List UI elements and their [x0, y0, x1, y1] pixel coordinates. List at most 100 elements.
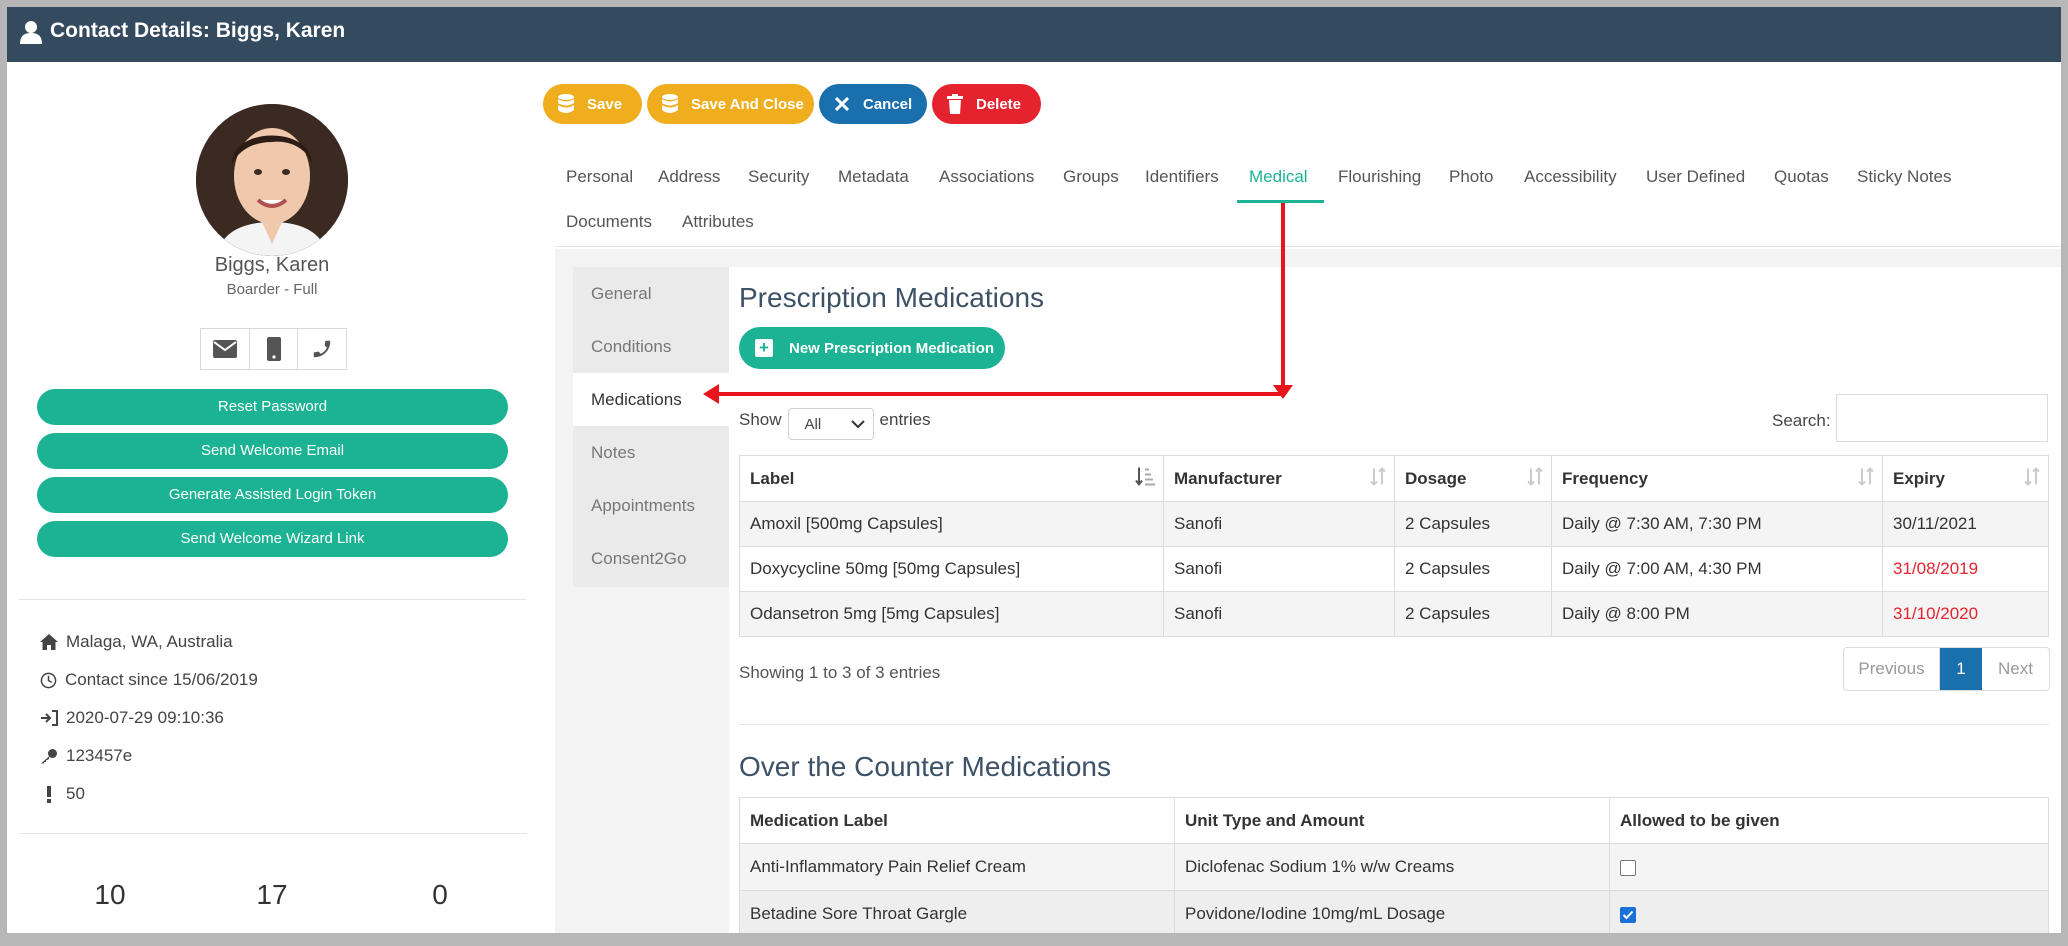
cell-dosage: 2 Capsules [1394, 546, 1552, 592]
cell-dosage: 2 Capsules [1394, 591, 1552, 637]
allowed-checkbox[interactable] [1620, 859, 1636, 876]
trash-icon [944, 93, 966, 115]
tab-security[interactable]: Security [748, 167, 809, 187]
tab-user-defined[interactable]: User Defined [1646, 167, 1745, 187]
cell-manufacturer: Sanofi [1163, 591, 1395, 637]
pagination-next[interactable]: Next [1982, 648, 2049, 690]
title-bar: Contact Details: Biggs, Karen [7, 7, 2061, 62]
allowed-checkbox-checked[interactable] [1620, 906, 1636, 923]
column-header-unit-type[interactable]: Unit Type and Amount [1174, 797, 1610, 844]
cell-manufacturer: Sanofi [1163, 501, 1395, 547]
column-header-dosage[interactable]: Dosage [1394, 455, 1552, 502]
database-icon [555, 93, 577, 115]
window-title: Contact Details: Biggs, Karen [50, 19, 346, 42]
send-welcome-email-button[interactable]: Send Welcome Email [37, 433, 508, 469]
table-row[interactable]: Amoxil [500mg Capsules] Sanofi 2 Capsule… [739, 501, 2049, 547]
save-and-close-button[interactable]: Save And Close [647, 84, 814, 124]
table-row: Anti-Inflammatory Pain Relief Cream Dicl… [739, 843, 2049, 891]
phone-icon[interactable] [298, 329, 346, 369]
close-icon [831, 93, 853, 115]
subnav-medications[interactable]: Medications [573, 373, 729, 426]
cell-medication-label: Anti-Inflammatory Pain Relief Cream [739, 843, 1175, 891]
info-location: Malaga, WA, Australia [40, 632, 233, 652]
clock-icon [40, 672, 57, 688]
tab-accessibility[interactable]: Accessibility [1524, 167, 1617, 187]
pagination-previous[interactable]: Previous [1844, 648, 1940, 690]
otc-heading: Over the Counter Medications [739, 751, 1111, 782]
subnav-general[interactable]: General [573, 267, 729, 320]
tab-associations[interactable]: Associations [939, 167, 1034, 187]
subnav-appointments[interactable]: Appointments [573, 479, 729, 532]
alert-text: 50 [66, 784, 85, 803]
tab-personal[interactable]: Personal [566, 167, 633, 187]
tab-sticky-notes[interactable]: Sticky Notes [1857, 167, 1951, 187]
sort-icon [1370, 466, 1386, 490]
tab-photo[interactable]: Photo [1449, 167, 1493, 187]
cell-label: Amoxil [500mg Capsules] [739, 501, 1164, 547]
column-header-frequency[interactable]: Frequency [1551, 455, 1883, 502]
divider [19, 833, 527, 834]
tab-identifiers[interactable]: Identifiers [1145, 167, 1219, 187]
cell-unit-type: Povidone/Iodine 10mg/mL Dosage [1174, 890, 1610, 933]
sort-icon [1858, 466, 1874, 490]
save-and-close-label: Save And Close [691, 95, 804, 113]
cell-medication-label: Betadine Sore Throat Gargle [739, 890, 1175, 933]
divider [19, 599, 527, 600]
tab-flourishing[interactable]: Flourishing [1338, 167, 1421, 187]
generate-login-token-button[interactable]: Generate Assisted Login Token [37, 477, 508, 513]
sort-icon [1527, 466, 1543, 490]
entries-length-control: Show All entries [739, 400, 931, 440]
entries-select[interactable]: All [787, 408, 874, 440]
show-label: Show [739, 410, 782, 429]
new-prescription-button[interactable]: + New Prescription Medication [739, 327, 1005, 369]
tab-address[interactable]: Address [658, 167, 720, 187]
avatar [196, 104, 348, 256]
active-tab-indicator [1237, 200, 1324, 203]
pagination-page[interactable]: 1 [1940, 648, 1982, 690]
contact-name: Biggs, Karen [214, 254, 330, 276]
subnav-notes[interactable]: Notes [573, 426, 729, 479]
plus-icon: + [755, 339, 773, 357]
cancel-button[interactable]: Cancel [819, 84, 927, 124]
tab-medical[interactable]: Medical [1249, 167, 1308, 187]
sort-active-icon [1135, 467, 1155, 490]
user-icon [20, 20, 42, 49]
column-header-label[interactable]: Label [739, 455, 1164, 502]
cell-manufacturer: Sanofi [1163, 546, 1395, 592]
tab-attributes[interactable]: Attributes [682, 212, 754, 232]
column-header-manufacturer[interactable]: Manufacturer [1163, 455, 1395, 502]
key-icon [41, 749, 57, 764]
column-header-medication-label[interactable]: Medication Label [739, 797, 1175, 844]
cell-frequency: Daily @ 8:00 PM [1551, 591, 1883, 637]
tab-metadata[interactable]: Metadata [838, 167, 909, 187]
reset-password-button[interactable]: Reset Password [37, 389, 508, 425]
email-icon[interactable] [201, 329, 250, 369]
tab-documents[interactable]: Documents [566, 212, 652, 232]
cancel-label: Cancel [863, 95, 913, 113]
mobile-icon[interactable] [250, 329, 299, 369]
delete-label: Delete [976, 95, 1022, 113]
table-row[interactable]: Odansetron 5mg [5mg Capsules] Sanofi 2 C… [739, 591, 2049, 637]
stat-value: 10 [94, 879, 126, 910]
send-welcome-wizard-button[interactable]: Send Welcome Wizard Link [37, 521, 508, 557]
cell-allowed [1609, 843, 2049, 891]
column-header-expiry[interactable]: Expiry [1882, 455, 2049, 502]
cell-frequency: Daily @ 7:30 AM, 7:30 PM [1551, 501, 1883, 547]
profile-panel: Biggs, Karen Boarder - Full Reset Passwo… [7, 62, 537, 933]
cell-allowed [1609, 890, 2049, 933]
subnav-conditions[interactable]: Conditions [573, 320, 729, 373]
search-label: Search: [1772, 411, 1831, 430]
entries-label: entries [879, 410, 931, 429]
table-row[interactable]: Doxycycline 50mg [50mg Capsules] Sanofi … [739, 546, 2049, 592]
save-button[interactable]: Save [543, 84, 642, 124]
tab-groups[interactable]: Groups [1063, 167, 1119, 187]
tab-quotas[interactable]: Quotas [1774, 167, 1829, 187]
home-icon [40, 634, 58, 650]
cell-frequency: Daily @ 7:00 AM, 4:30 PM [1551, 546, 1883, 592]
check-icon [1622, 910, 1634, 919]
column-header-allowed[interactable]: Allowed to be given [1609, 797, 2049, 844]
otc-table: Medication Label Unit Type and Amount Al… [739, 797, 2049, 933]
delete-button[interactable]: Delete [932, 84, 1041, 124]
subnav-consent2go[interactable]: Consent2Go [573, 532, 729, 585]
search-input[interactable] [1836, 394, 2048, 442]
